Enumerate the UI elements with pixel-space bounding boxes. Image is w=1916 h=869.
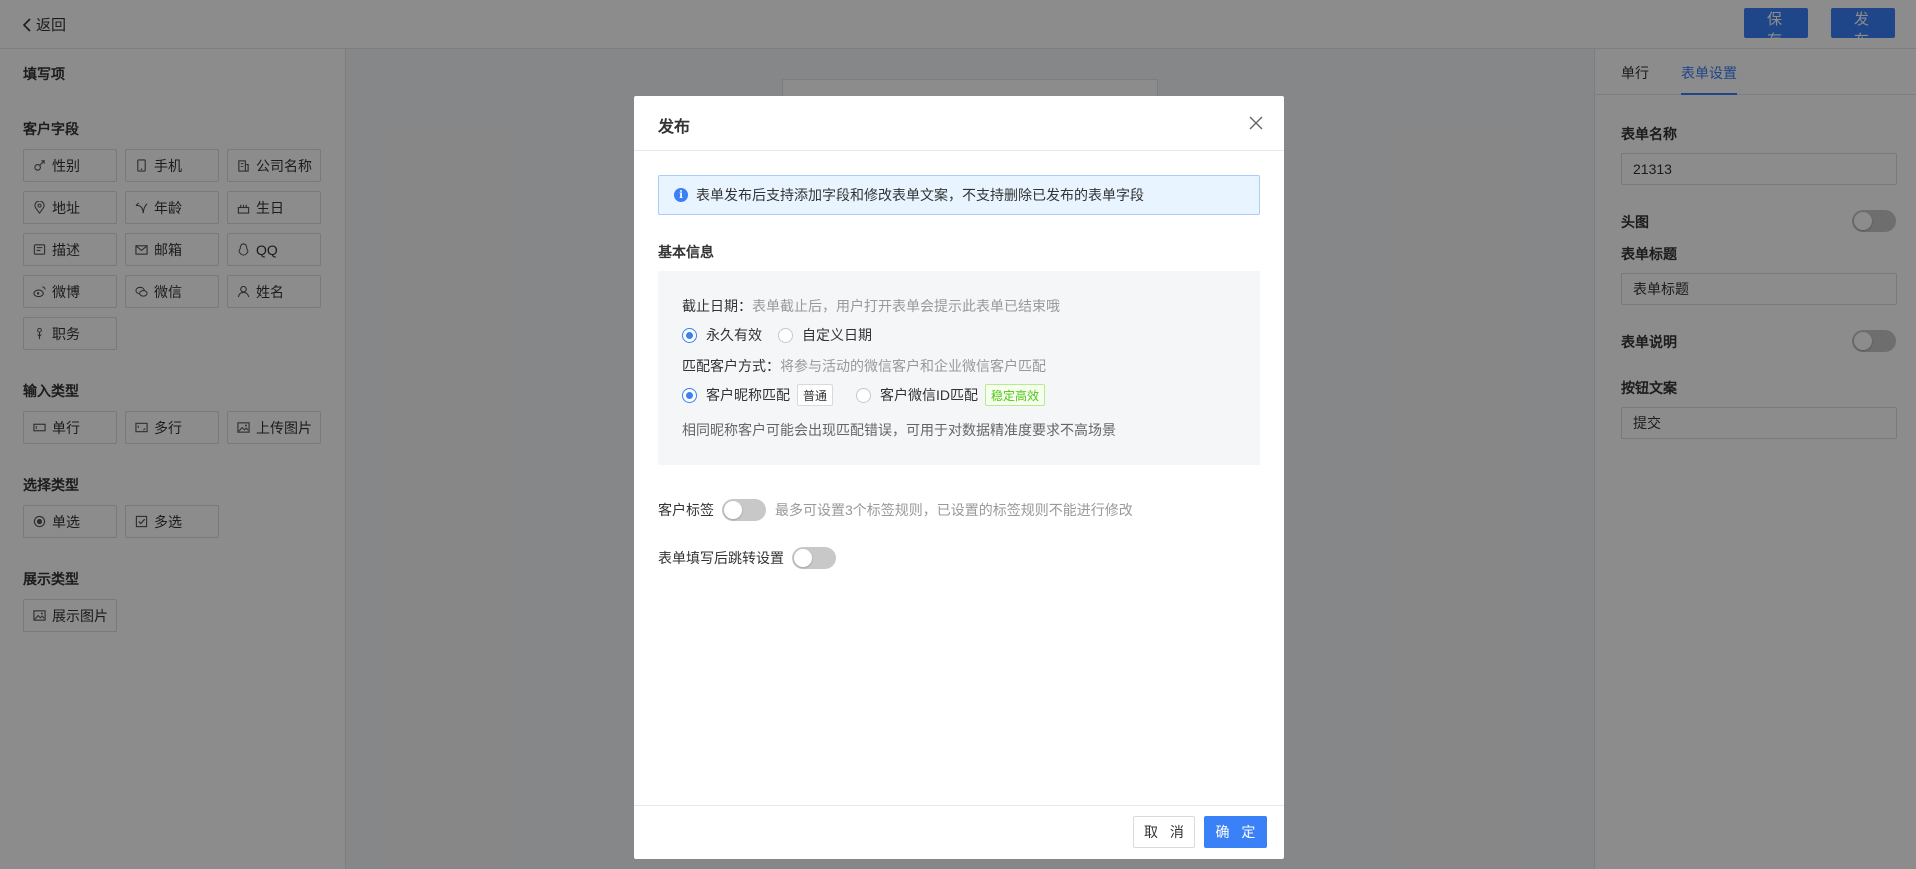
- customer-tag-hint: 最多可设置3个标签规则，已设置的标签规则不能进行修改: [775, 502, 1133, 518]
- publish-notice: i 表单发布后支持添加字段和修改表单文案，不支持删除已发布的表单字段: [658, 175, 1260, 215]
- stable-efficient-tag: 稳定高效: [985, 384, 1046, 406]
- redirect-label: 表单填写后跳转设置: [658, 550, 784, 566]
- radio-dot: [682, 387, 697, 403]
- basic-info-box: 截止日期：表单截止后，用户打开表单会提示此表单已结束哦 永久有效 自定义日期 匹…: [658, 271, 1260, 465]
- match-hint: 将参与活动的微信客户和企业微信客户匹配: [780, 358, 1046, 374]
- confirm-button[interactable]: 确 定: [1204, 816, 1267, 848]
- match-row: 匹配客户方式：将参与活动的微信客户和企业微信客户匹配: [682, 356, 1046, 376]
- radio-label: 永久有效: [706, 327, 762, 343]
- radio-permanent[interactable]: 永久有效: [682, 325, 762, 345]
- radio-dot: [856, 387, 871, 403]
- close-icon[interactable]: [1248, 115, 1264, 131]
- info-icon: i: [674, 188, 688, 202]
- radio-nickname-match[interactable]: 客户昵称匹配 普通: [682, 384, 834, 406]
- radio-dot: [682, 327, 697, 343]
- customer-tag-label: 客户标签: [658, 502, 714, 518]
- radio-wechat-id-match[interactable]: 客户微信ID匹配 稳定高效: [856, 384, 1046, 406]
- customer-tag-switch[interactable]: [722, 499, 766, 521]
- radio-label: 自定义日期: [802, 327, 872, 343]
- dialog-title: 发布: [658, 119, 691, 136]
- redirect-switch[interactable]: [792, 547, 836, 569]
- radio-custom-date[interactable]: 自定义日期: [778, 325, 872, 345]
- dialog-header: 发布: [634, 96, 1284, 151]
- radio-label: 客户昵称匹配: [706, 387, 790, 403]
- basic-info-title: 基本信息: [658, 244, 714, 260]
- match-note: 相同昵称客户可能会出现匹配错误，可用于对数据精准度要求不高场景: [682, 422, 1116, 438]
- deadline-row: 截止日期：表单截止后，用户打开表单会提示此表单已结束哦: [682, 296, 1060, 316]
- deadline-hint: 表单截止后，用户打开表单会提示此表单已结束哦: [752, 298, 1060, 314]
- radio-label: 客户微信ID匹配: [880, 387, 978, 403]
- normal-tag: 普通: [797, 384, 834, 406]
- deadline-label: 截止日期：: [682, 298, 752, 314]
- dialog-footer: 取 消 确 定: [634, 805, 1284, 859]
- match-label: 匹配客户方式：: [682, 358, 780, 374]
- publish-dialog: 发布 i 表单发布后支持添加字段和修改表单文案，不支持删除已发布的表单字段 基本…: [634, 96, 1284, 859]
- redirect-row: 表单填写后跳转设置: [658, 547, 836, 569]
- cancel-button[interactable]: 取 消: [1133, 816, 1195, 848]
- customer-tag-row: 客户标签 最多可设置3个标签规则，已设置的标签规则不能进行修改: [658, 499, 1133, 521]
- radio-dot: [778, 327, 793, 343]
- notice-text: 表单发布后支持添加字段和修改表单文案，不支持删除已发布的表单字段: [696, 187, 1144, 203]
